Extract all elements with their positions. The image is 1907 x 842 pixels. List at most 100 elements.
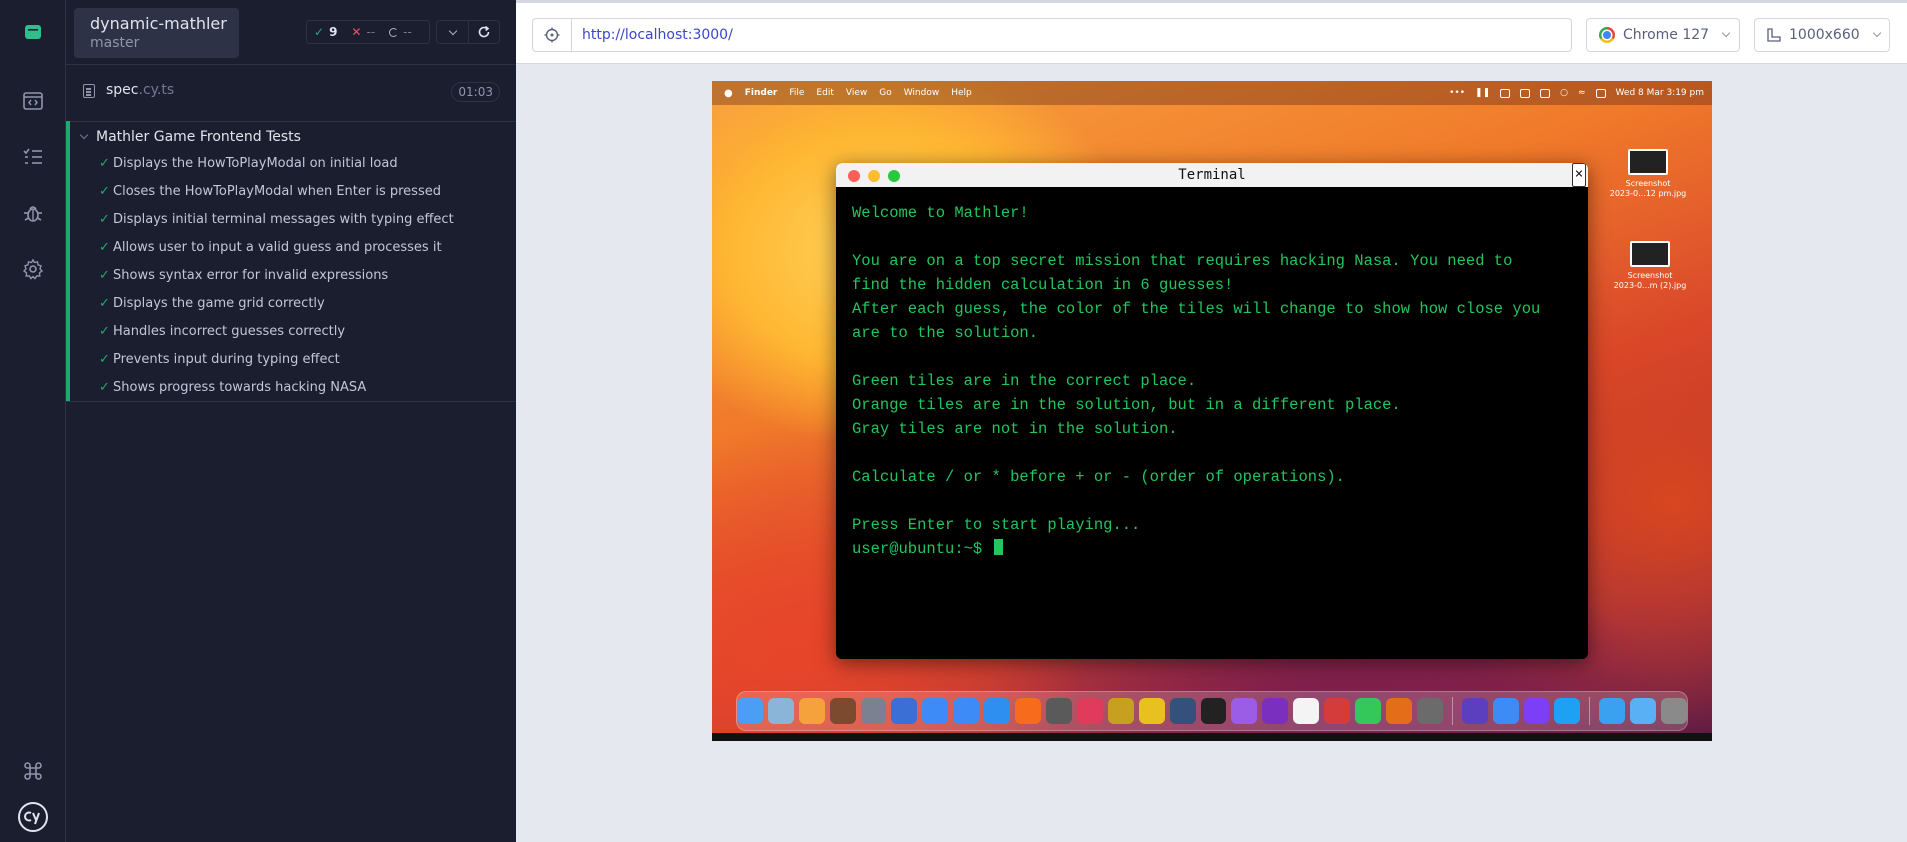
dock-app-icon[interactable] <box>1045 698 1072 724</box>
minimize-window-icon[interactable] <box>868 170 880 182</box>
menu-edit[interactable]: Edit <box>816 88 833 98</box>
dock-app-icon[interactable] <box>1107 698 1134 724</box>
failed-count: ✕ -- <box>344 21 382 43</box>
check-icon: ✓ <box>99 211 110 227</box>
test-row[interactable]: ✓ Displays the HowToPlayModal on initial… <box>70 149 516 177</box>
dock-app-icon[interactable] <box>1231 698 1258 724</box>
project-info[interactable]: dynamic-mathler master <box>74 8 239 58</box>
settings-nav-button[interactable] <box>13 249 53 289</box>
test-row[interactable]: ✓ Displays initial terminal messages wit… <box>70 205 516 233</box>
spec-header[interactable]: spec.cy.ts 01:03 <box>66 78 516 106</box>
dock-app-icon[interactable] <box>1461 698 1488 724</box>
test-row[interactable]: ✓ Allows user to input a valid guess and… <box>70 233 516 261</box>
dock-app-icon[interactable] <box>1293 698 1320 724</box>
test-title: Shows progress towards hacking NASA <box>113 379 367 395</box>
terminal-line: After each guess, the color of the tiles… <box>852 300 1541 318</box>
menu-help[interactable]: Help <box>951 88 972 98</box>
dock-app-icon[interactable] <box>1015 698 1041 724</box>
test-title: Closes the HowToPlayModal when Enter is … <box>113 183 441 199</box>
menu-window[interactable]: Window <box>904 88 940 98</box>
x-icon: ✕ <box>351 25 362 39</box>
check-icon: ✓ <box>99 295 110 311</box>
viewport-size: 1000x660 <box>1789 27 1860 43</box>
browser-selector[interactable]: Chrome 127 <box>1586 18 1740 52</box>
dock-app-icon[interactable] <box>1661 698 1688 724</box>
dock-app-icon[interactable] <box>1554 698 1581 724</box>
screenshot-thumbnail-icon <box>1628 149 1668 175</box>
control-center-icon[interactable] <box>1595 88 1606 98</box>
dock-separator <box>1451 697 1453 725</box>
selector-playground-button[interactable] <box>532 18 572 52</box>
dock-app-icon[interactable] <box>1138 698 1165 724</box>
dock-app-icon[interactable] <box>1599 698 1626 724</box>
circle-icon[interactable]: ○ <box>1560 88 1568 98</box>
dock-app-icon[interactable] <box>1262 698 1289 724</box>
maximize-window-icon[interactable] <box>888 170 900 182</box>
aut-iframe[interactable]: ● Finder File Edit View Go Window Help •… <box>712 81 1712 741</box>
dock-app-icon[interactable] <box>1324 698 1351 724</box>
more-icon[interactable]: ••• <box>1449 88 1465 98</box>
dock-app-icon[interactable] <box>984 698 1011 724</box>
specs-nav-button[interactable] <box>13 81 53 121</box>
test-row[interactable]: ✓ Closes the HowToPlayModal when Enter i… <box>70 177 516 205</box>
wifi-icon[interactable]: ≈ <box>1578 88 1586 98</box>
test-row[interactable]: ✓ Shows progress towards hacking NASA <box>70 373 516 401</box>
suite-header[interactable]: Mathler Game Frontend Tests <box>70 125 516 149</box>
test-row[interactable]: ✓ Prevents input during typing effect <box>70 345 516 373</box>
check-icon: ✓ <box>99 183 110 199</box>
dock-app-icon[interactable] <box>891 698 918 724</box>
dock-app-icon[interactable] <box>736 698 763 724</box>
test-title: Displays initial terminal messages with … <box>113 211 454 227</box>
apple-icon[interactable]: ● <box>724 88 733 99</box>
test-row[interactable]: ✓ Shows syntax error for invalid express… <box>70 261 516 289</box>
close-icon[interactable]: × <box>1572 163 1586 187</box>
dock-app-icon[interactable] <box>767 698 794 724</box>
menu-view[interactable]: View <box>846 88 867 98</box>
dock-app-icon[interactable] <box>1523 698 1550 724</box>
display-icon[interactable] <box>1520 88 1531 98</box>
terminal-prompt[interactable]: user@ubuntu:~$ <box>852 537 1582 561</box>
battery-icon[interactable] <box>1500 88 1511 98</box>
cypress-logo[interactable] <box>13 797 53 837</box>
dock-app-icon[interactable] <box>1630 698 1657 724</box>
test-row[interactable]: ✓ Handles incorrect guesses correctly <box>70 317 516 345</box>
desktop-file-sublabel: 2023-0...m (2).jpg <box>1613 281 1687 290</box>
rerun-button[interactable] <box>468 21 499 43</box>
dock-app-icon[interactable] <box>860 698 887 724</box>
dock-app-icon[interactable] <box>1076 698 1103 724</box>
runs-nav-button[interactable] <box>13 137 53 177</box>
desktop-file-label: Screenshot <box>1625 179 1671 188</box>
dock-app-icon[interactable] <box>1169 698 1196 724</box>
dock-app-icon[interactable] <box>922 698 949 724</box>
project-name: dynamic-mathler <box>90 14 227 33</box>
dock-app-icon[interactable] <box>1200 698 1227 724</box>
test-suite: Mathler Game Frontend Tests ✓ Displays t… <box>66 121 516 401</box>
terminal-line: You are on a top secret mission that req… <box>852 252 1513 270</box>
dock-app-icon[interactable] <box>1416 698 1443 724</box>
viewport-selector[interactable]: 1000x660 <box>1754 18 1890 52</box>
menu-finder[interactable]: Finder <box>745 88 778 98</box>
command-icon <box>24 762 42 780</box>
debug-nav-button[interactable] <box>13 193 53 233</box>
desktop-file[interactable]: Screenshot 2023-0...m (2).jpg <box>1610 241 1690 291</box>
dock-app-icon[interactable] <box>1355 698 1381 724</box>
menu-file[interactable]: File <box>789 88 804 98</box>
dock-app-icon[interactable] <box>1385 698 1412 724</box>
calendar-icon[interactable] <box>1540 88 1551 98</box>
keyboard-shortcuts-button[interactable] <box>13 751 53 791</box>
dock-app-icon[interactable] <box>829 698 856 724</box>
menu-go[interactable]: Go <box>879 88 891 98</box>
desktop-file[interactable]: Screenshot 2023-0...12 pm.jpg <box>1608 149 1688 199</box>
close-window-icon[interactable] <box>848 170 860 182</box>
pause-icon[interactable]: ❚❚ <box>1475 88 1490 98</box>
terminal-window[interactable]: Terminal × Welcome to Mathler! You are on… <box>836 163 1588 659</box>
clock[interactable]: Wed 8 Mar 3:19 pm <box>1616 88 1704 98</box>
url-bar[interactable]: http://localhost:3000/ <box>572 18 1572 52</box>
dock-app-icon[interactable] <box>798 698 825 724</box>
dock-app-icon[interactable] <box>1492 698 1519 724</box>
dock-app-icon[interactable] <box>953 698 980 724</box>
app-logo[interactable] <box>0 0 66 64</box>
collapse-all-button[interactable] <box>437 21 468 43</box>
test-row[interactable]: ✓ Displays the game grid correctly <box>70 289 516 317</box>
